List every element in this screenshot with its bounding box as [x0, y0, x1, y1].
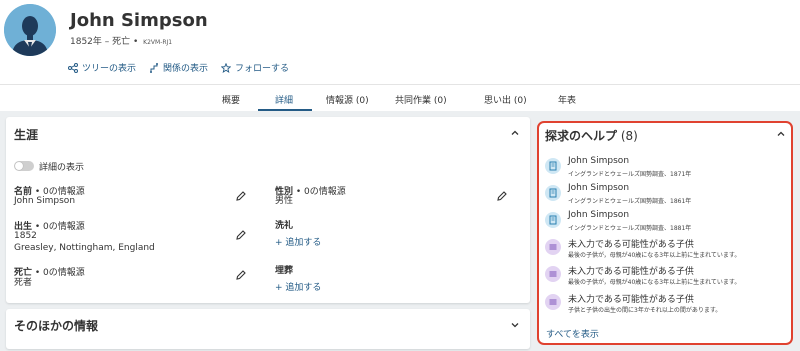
record-icon	[545, 185, 561, 201]
help-item-census-1861[interactable]: John Simpson イングランドとウェールズ国勢調査、1861年	[545, 183, 789, 209]
show-details-label: 詳細の表示	[39, 163, 85, 173]
add-christening-link[interactable]: + 追加する	[275, 235, 321, 248]
birth-date: 1852	[14, 231, 37, 241]
tab-details[interactable]: 詳細	[275, 93, 293, 106]
add-burial-link[interactable]: + 追加する	[275, 280, 321, 293]
star-icon	[221, 62, 232, 73]
person-name: John Simpson	[70, 10, 208, 31]
christening-label: 洗礼	[275, 221, 294, 231]
sex-sources: • 0の情報源	[293, 187, 346, 197]
child-icon	[545, 294, 561, 310]
view-tree-button[interactable]: ツリーの表示	[68, 61, 136, 74]
person-id: K2VM-RJ1	[143, 39, 173, 46]
help-item-title: John Simpson	[568, 183, 630, 193]
follow-label: フォローする	[235, 64, 290, 74]
vitals-title: 生涯	[14, 128, 39, 142]
help-item-title: John Simpson	[568, 156, 630, 166]
help-item-subtitle: イングランドとウェールズ国勢調査、1861年	[568, 198, 692, 205]
help-item-census-1881[interactable]: John Simpson イングランドとウェールズ国勢調査、1881年	[545, 210, 789, 236]
help-item-subtitle: 最後の子供が，母親が40歳になる3年以上前に生まれています。	[568, 252, 741, 259]
help-item-title: 未入力である可能性がある子供	[568, 240, 694, 250]
view-relationship-label: 関係の表示	[163, 64, 209, 74]
help-item-subtitle: 子供と子供の出生の間に3年かそれ以上の間があります。	[568, 307, 722, 314]
birth-sources: • 0の情報源	[32, 222, 85, 232]
research-help-count: (8)	[617, 129, 638, 143]
view-relationship-button[interactable]: 関係の表示	[149, 61, 208, 74]
chevron-up-icon[interactable]	[776, 129, 786, 139]
christening-field-label: 洗礼	[275, 218, 293, 231]
help-item-title: 未入力である可能性がある子供	[568, 295, 694, 305]
edit-death-pencil-icon[interactable]	[235, 269, 247, 281]
person-silhouette-icon	[4, 4, 56, 56]
show-details-toggle[interactable]	[14, 161, 34, 171]
tab-memories[interactable]: 思い出 (0)	[484, 93, 527, 106]
tab-bar: 概要 詳細 情報源 (0) 共同作業 (0) 思い出 (0) 年表	[0, 84, 800, 112]
help-item-subtitle: イングランドとウェールズ国勢調査、1881年	[568, 225, 692, 232]
record-icon	[545, 212, 561, 228]
vitals-card: 生涯 詳細の表示 名前 • 0の情報源 John Simpson 性別 • 0の…	[6, 117, 530, 303]
record-icon	[545, 158, 561, 174]
help-item-missing-child-1[interactable]: 未入力である可能性がある子供 最後の子供が，母親が40歳になる3年以上前に生まれ…	[545, 237, 789, 263]
research-help-heading: 探求のヘルプ	[545, 129, 618, 143]
research-help-title: 探求のヘルプ (8)	[545, 127, 638, 144]
death-value: 死者	[14, 278, 33, 288]
chevron-down-icon[interactable]	[510, 320, 520, 330]
toggle-knob	[15, 162, 23, 170]
person-lifespan: 1852年 – 死亡 • K2VM-RJ1	[70, 34, 172, 47]
show-all-link[interactable]: すべてを表示	[546, 327, 599, 340]
help-item-subtitle: 最後の子供が，母親が40歳になる3年以上前に生まれています。	[568, 279, 741, 286]
person-header: John Simpson 1852年 – 死亡 • K2VM-RJ1 ツリーの表…	[0, 0, 800, 84]
edit-birth-pencil-icon[interactable]	[235, 229, 247, 241]
help-item-missing-child-3[interactable]: 未入力である可能性がある子供 子供と子供の出生の間に3年かそれ以上の間があります…	[545, 292, 789, 318]
person-actions: ツリーの表示 関係の表示 フォローする	[68, 61, 289, 74]
sex-value: 男性	[275, 196, 294, 206]
person-dates-text: 1852年 – 死亡 •	[70, 37, 142, 47]
research-help-card: 探求のヘルプ (8) John Simpson イングランドとウェールズ国勢調査…	[537, 121, 793, 345]
burial-field-label: 埋葬	[275, 263, 293, 276]
child-icon	[545, 266, 561, 282]
child-icon	[545, 239, 561, 255]
help-item-subtitle: イングランドとウェールズ国勢調査、1871年	[568, 171, 692, 178]
tree-icon	[68, 62, 78, 73]
burial-label: 埋葬	[275, 266, 294, 276]
edit-sex-pencil-icon[interactable]	[496, 190, 508, 202]
tab-collaborate[interactable]: 共同作業 (0)	[395, 93, 447, 106]
name-value: John Simpson	[14, 196, 76, 206]
follow-button[interactable]: フォローする	[221, 61, 289, 74]
help-item-title: 未入力である可能性がある子供	[568, 267, 694, 277]
chevron-up-icon[interactable]	[510, 128, 520, 138]
edit-name-pencil-icon[interactable]	[235, 190, 247, 202]
view-tree-label: ツリーの表示	[82, 64, 137, 74]
help-item-title: John Simpson	[568, 210, 630, 220]
help-item-census-1871[interactable]: John Simpson イングランドとウェールズ国勢調査、1871年	[545, 156, 789, 182]
tab-timeline[interactable]: 年表	[558, 93, 576, 106]
death-sources: • 0の情報源	[32, 268, 85, 278]
help-item-missing-child-2[interactable]: 未入力である可能性がある子供 最後の子供が，母親が40歳になる3年以上前に生まれ…	[545, 264, 789, 290]
relationship-icon	[150, 62, 159, 73]
tab-sources[interactable]: 情報源 (0)	[326, 93, 369, 106]
avatar	[4, 4, 56, 56]
tab-overview[interactable]: 概要	[222, 93, 240, 106]
other-info-title: そのほかの情報	[14, 319, 99, 333]
birth-place: Greasley, Nottingham, England	[14, 243, 155, 253]
other-info-card[interactable]: そのほかの情報	[6, 309, 530, 349]
